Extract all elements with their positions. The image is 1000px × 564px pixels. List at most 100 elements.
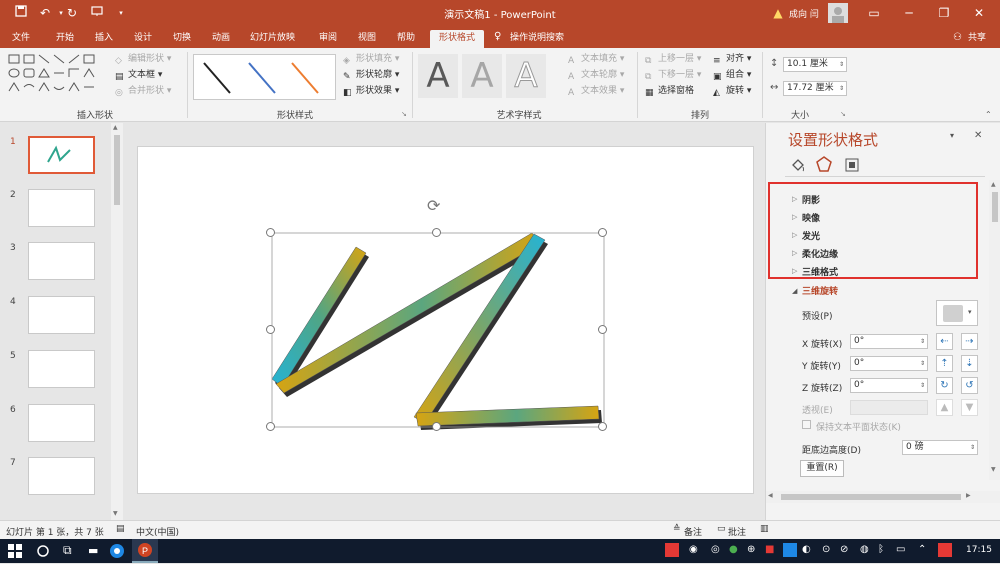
dialog-launcher-icon[interactable]: ↘ xyxy=(840,110,846,118)
shape-effects-button[interactable]: ◧ 形状效果 ▾ xyxy=(343,84,399,98)
spinner-icon[interactable]: ⇕ xyxy=(839,58,844,71)
rotate-handle-icon[interactable]: ⟳ xyxy=(427,196,440,215)
chevron-up-icon[interactable]: ⌃ xyxy=(918,544,926,555)
scroll-thumb[interactable] xyxy=(781,494,961,500)
spinner-icon[interactable]: ⇕ xyxy=(920,379,925,392)
pane-close-icon[interactable]: ✕ xyxy=(974,130,982,141)
browser-icon[interactable] xyxy=(108,542,128,560)
notes-button[interactable]: 备注 xyxy=(684,525,702,538)
ribbon-display-icon[interactable]: ▭ xyxy=(865,4,883,22)
minimize-icon[interactable]: ─ xyxy=(900,4,918,22)
resize-handle[interactable] xyxy=(598,325,607,334)
redo-icon[interactable]: ↻ xyxy=(63,4,81,22)
text-outline-button[interactable]: A 文本轮廓 ▾ xyxy=(568,68,624,82)
y-rotation-input[interactable]: 0° ⇕ xyxy=(850,356,928,371)
tab-animations[interactable]: 动画 xyxy=(208,30,234,48)
restore-icon[interactable]: ❐ xyxy=(935,4,953,22)
scroll-down-icon[interactable]: ▼ xyxy=(991,466,996,473)
spinner-icon[interactable]: ⇕ xyxy=(970,441,975,454)
spinner-icon[interactable]: ⇕ xyxy=(839,82,844,95)
pane-horizontal-scrollbar[interactable]: ◀ ▶ xyxy=(766,491,1000,503)
tab-help[interactable]: 帮助 xyxy=(393,30,419,48)
tell-me-search[interactable]: 操作说明搜索 xyxy=(506,30,568,48)
tray-app-icon[interactable]: ⊙ xyxy=(822,544,830,555)
shape-outline-button[interactable]: ✎ 形状轮廓 ▾ xyxy=(343,68,399,82)
text-fill-button[interactable]: A 文本填充 ▾ xyxy=(568,52,624,66)
tab-view[interactable]: 视图 xyxy=(354,30,380,48)
wechat-icon[interactable]: ● xyxy=(729,544,738,555)
dialog-launcher-icon[interactable]: ↘ xyxy=(401,110,407,118)
bluetooth-icon[interactable]: ᛒ xyxy=(878,544,884,555)
comments-button[interactable]: 批注 xyxy=(728,525,746,538)
thumbnail-scrollbar[interactable]: ▲ ▼ xyxy=(111,123,123,520)
tab-shape-format[interactable]: 形状格式 xyxy=(430,30,484,48)
tray-app-icon[interactable]: ⊘ xyxy=(840,544,848,555)
perspective-up-icon[interactable]: ▲ xyxy=(936,399,953,416)
send-backward-button[interactable]: ⧉ 下移一层 ▾ xyxy=(645,68,701,82)
scroll-thumb[interactable] xyxy=(992,192,998,222)
resize-handle[interactable] xyxy=(432,228,441,237)
textbox-button[interactable]: ▤ 文本框 ▾ xyxy=(115,68,162,82)
shape-style-gallery[interactable] xyxy=(193,54,336,100)
wordart-sample-outline[interactable]: A xyxy=(506,54,546,98)
network-icon[interactable]: ▭ xyxy=(896,544,905,555)
tray-app-icon[interactable]: ◉ xyxy=(689,544,698,555)
slide-thumbnail-2[interactable] xyxy=(28,189,95,227)
size-properties-icon[interactable] xyxy=(844,157,860,176)
windows-start-icon[interactable] xyxy=(8,544,22,561)
perspective-down-icon[interactable]: ▼ xyxy=(961,399,978,416)
distance-input[interactable]: 0 磅 ⇕ xyxy=(902,440,978,455)
slide-thumbnail-5[interactable] xyxy=(28,350,95,388)
fill-line-icon[interactable] xyxy=(790,157,806,176)
slide-thumbnail-6[interactable] xyxy=(28,404,95,442)
tray-app-icon[interactable] xyxy=(783,543,797,557)
rotate-button[interactable]: ◭ 旋转 ▾ xyxy=(713,84,751,98)
tab-insert[interactable]: 插入 xyxy=(91,30,117,48)
tray-app-icon[interactable]: ◐ xyxy=(802,544,811,555)
avatar[interactable] xyxy=(828,3,848,23)
scroll-thumb[interactable] xyxy=(114,135,120,205)
spinner-icon[interactable]: ⇕ xyxy=(920,357,925,370)
slide-thumbnail-3[interactable] xyxy=(28,242,95,280)
tab-design[interactable]: 设计 xyxy=(130,30,156,48)
tray-app-icon[interactable]: ◎ xyxy=(711,544,720,555)
collapse-ribbon-icon[interactable]: ⌃ xyxy=(985,110,992,119)
comments-icon[interactable]: ▭ xyxy=(717,524,726,534)
share-button[interactable]: 共享 xyxy=(964,30,990,48)
rotate-down-y-icon[interactable]: ⇣ xyxy=(961,355,978,372)
tray-app-icon[interactable] xyxy=(665,543,679,557)
pane-scrollbar[interactable]: ▲ ▼ xyxy=(989,180,1000,480)
group-button[interactable]: ▣ 组合 ▾ xyxy=(713,68,751,82)
language-indicator[interactable]: 中文(中国) xyxy=(136,525,179,538)
scroll-down-icon[interactable]: ▼ xyxy=(113,510,118,517)
shape-fill-button[interactable]: ◈ 形状填充 ▾ xyxy=(343,52,399,66)
preset-dropdown[interactable]: ▾ xyxy=(936,300,978,326)
bring-forward-button[interactable]: ⧉ 上移一层 ▾ xyxy=(645,52,701,66)
task-view-icon[interactable]: ⧉ xyxy=(63,543,72,558)
tab-transitions[interactable]: 切换 xyxy=(169,30,195,48)
wordart-sample-dark[interactable]: A xyxy=(418,54,458,98)
file-explorer-icon[interactable]: ▬ xyxy=(88,544,98,557)
resize-handle[interactable] xyxy=(266,325,275,334)
scroll-up-icon[interactable]: ▲ xyxy=(991,181,996,188)
rotate-up-y-icon[interactable]: ⇡ xyxy=(936,355,953,372)
text-effects-button[interactable]: A 文本效果 ▾ xyxy=(568,84,624,98)
slide-canvas[interactable]: ⟳ xyxy=(137,146,754,494)
close-icon[interactable]: ✕ xyxy=(970,4,988,22)
resize-handle[interactable] xyxy=(266,422,275,431)
wordart-gallery[interactable]: A A A xyxy=(418,54,548,100)
normal-view-icon[interactable]: ▥ xyxy=(760,524,769,534)
slideshow-icon[interactable] xyxy=(88,4,106,22)
tab-review[interactable]: 审阅 xyxy=(315,30,341,48)
input-method-icon[interactable] xyxy=(938,543,952,557)
perspective-input[interactable] xyxy=(850,400,928,415)
powerpoint-taskbar-icon[interactable]: P xyxy=(132,539,158,563)
edit-shape-button[interactable]: ◇ 编辑形状 ▾ xyxy=(115,52,171,66)
user-name[interactable]: 成向 闫 xyxy=(789,7,819,20)
collapse-icon[interactable]: ◢ xyxy=(792,287,797,295)
zigzag-shape[interactable] xyxy=(138,147,755,495)
z-rotation-input[interactable]: 0° ⇕ xyxy=(850,378,928,393)
rotate-right-x-icon[interactable]: ⇢ xyxy=(961,333,978,350)
keep-flat-checkbox[interactable] xyxy=(802,420,811,429)
customize-qat-icon[interactable]: ▾ xyxy=(112,4,130,22)
